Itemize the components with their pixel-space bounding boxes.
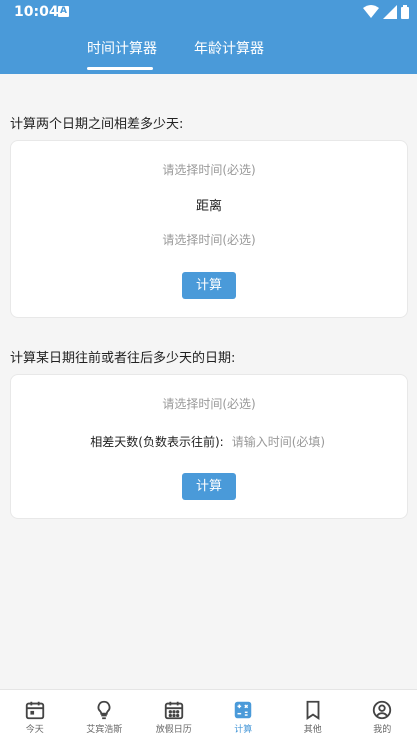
notification-app-icon: A bbox=[58, 6, 69, 17]
nav-label-calculate: 计算 bbox=[234, 725, 253, 735]
day-diff-input[interactable] bbox=[231, 433, 328, 450]
calculate-diff-button[interactable]: 计算 bbox=[182, 272, 236, 299]
user-icon bbox=[373, 700, 392, 720]
nav-item-holiday-calendar[interactable]: 放假日历 bbox=[139, 690, 209, 741]
tab-age-calculator[interactable]: 年龄计算器 bbox=[194, 38, 264, 58]
nav-label-ebbinghaus: 艾宾浩斯 bbox=[86, 725, 123, 735]
calendar-icon bbox=[25, 701, 44, 720]
end-date-picker[interactable]: 请选择时间(必选) bbox=[11, 231, 407, 248]
section1-title: 计算两个日期之间相差多少天: bbox=[10, 117, 184, 132]
nav-item-mine[interactable]: 我的 bbox=[348, 690, 417, 741]
nav-label-other: 其他 bbox=[303, 725, 322, 735]
nav-item-today[interactable]: 今天 bbox=[0, 690, 70, 741]
status-time: 10:04 bbox=[14, 4, 59, 20]
bottom-navigation: 今天 艾宾浩斯 放假日历 计算 其他 我的 bbox=[0, 689, 417, 741]
nav-item-ebbinghaus[interactable]: 艾宾浩斯 bbox=[70, 690, 140, 741]
base-date-picker[interactable]: 请选择时间(必选) bbox=[11, 395, 407, 412]
day-diff-row: 相差天数(负数表示往前): bbox=[11, 433, 407, 450]
nav-item-calculate[interactable]: 计算 bbox=[209, 690, 279, 741]
nav-label-today: 今天 bbox=[25, 725, 44, 735]
distance-label: 距离 bbox=[195, 199, 222, 214]
bookmark-icon bbox=[306, 700, 320, 720]
calculate-offset-button[interactable]: 计算 bbox=[182, 473, 236, 500]
tab-time-calculator[interactable]: 时间计算器 bbox=[87, 38, 157, 58]
battery-icon bbox=[401, 5, 409, 19]
status-bar: 10:04 A bbox=[0, 0, 417, 24]
wifi-icon bbox=[363, 5, 379, 18]
nav-label-mine: 我的 bbox=[373, 725, 392, 735]
nav-item-other[interactable]: 其他 bbox=[278, 690, 348, 741]
system-icons bbox=[363, 4, 409, 20]
calculator-tabs: 时间计算器 年龄计算器 bbox=[0, 24, 417, 74]
lightbulb-icon bbox=[97, 700, 111, 720]
calculator-icon bbox=[235, 701, 252, 719]
active-tab-indicator bbox=[87, 67, 153, 70]
section2-title: 计算某日期往前或者往后多少天的日期: bbox=[10, 351, 236, 366]
start-date-picker[interactable]: 请选择时间(必选) bbox=[11, 161, 407, 178]
nav-label-holiday-calendar: 放假日历 bbox=[155, 725, 192, 735]
app-header: 10:04 A 时间计算器 年龄计算器 bbox=[0, 0, 417, 74]
day-diff-label: 相差天数(负数表示往前): bbox=[90, 435, 224, 449]
date-diff-card: 请选择时间(必选) 距离 请选择时间(必选) 计算 bbox=[10, 140, 408, 318]
calendar-grid-icon bbox=[164, 701, 183, 720]
date-offset-card: 请选择时间(必选) 相差天数(负数表示往前): 计算 bbox=[10, 374, 408, 519]
signal-icon bbox=[383, 5, 397, 19]
